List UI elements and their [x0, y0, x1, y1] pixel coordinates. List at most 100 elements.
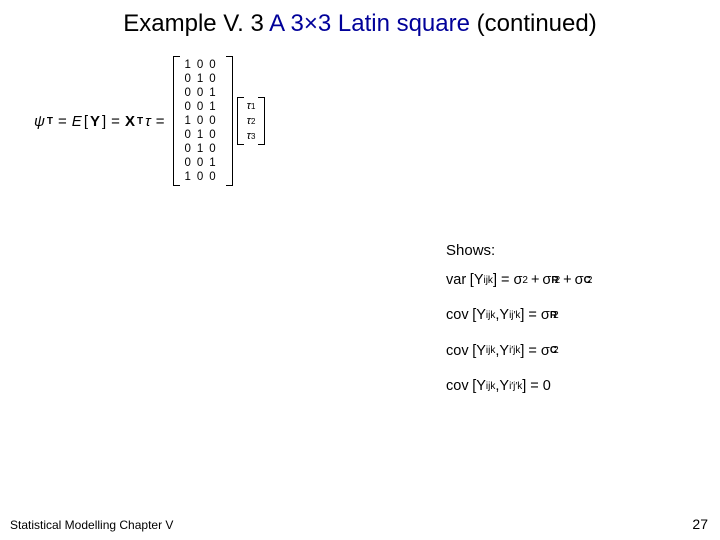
covR-arg: [Yijk,Yij′k]	[469, 307, 525, 324]
tau2-sub: 2	[251, 114, 255, 129]
tau-symbol: τ	[145, 113, 151, 130]
bracket-close-1: ]	[102, 113, 106, 130]
m12: 0	[209, 73, 221, 85]
expectation-equation: ψT = E [Y] = XTτ = 100 010 001 001 100 0…	[34, 56, 265, 186]
covC-fn: cov	[446, 343, 469, 360]
m60: 0	[184, 143, 196, 155]
equation-lhs: ψT = E [Y] = XTτ =	[34, 113, 167, 130]
covC-Y1: Y	[476, 343, 486, 360]
m00: 1	[184, 59, 196, 71]
covR-sub1: ijk	[486, 310, 495, 322]
covR-fn: cov	[446, 307, 469, 324]
footer-left: Statistical Modelling Chapter V	[10, 518, 173, 532]
formula-variance: var [Yijk] = σ2 + σR2 + σC2	[446, 272, 592, 289]
variance-covariance-formulas: var [Yijk] = σ2 + σR2 + σC2 cov [Yijk,Yi…	[446, 272, 592, 414]
equals-1: =	[58, 113, 67, 130]
m52: 0	[209, 129, 221, 141]
covC-sub1: ijk	[486, 345, 495, 357]
formula-cov-col: cov [Yijk,Yi′jk] = σC2	[446, 343, 592, 360]
covC-sq: 2	[553, 345, 559, 357]
sigma-1: σ	[513, 272, 522, 289]
sigmaC-sq: 2	[587, 275, 593, 287]
bracket-right-icon-2	[258, 97, 265, 145]
m32: 1	[209, 101, 221, 113]
slide: Example V. 3 A 3×3 Latin square (continu…	[0, 0, 720, 540]
cov0-arg: [Yijk,Yi′j′k]	[469, 378, 527, 395]
cov0-Y2: Y	[499, 378, 509, 395]
m50: 0	[184, 129, 196, 141]
covC-Y2: Y	[499, 343, 509, 360]
bracket-left-icon	[173, 56, 180, 186]
title-suffix: (continued)	[477, 10, 597, 37]
page-number: 27	[692, 516, 708, 532]
m41: 0	[197, 115, 209, 127]
covC-arg: [Yijk,Yi′jk]	[469, 343, 525, 360]
covC-sub2: i′jk	[509, 345, 520, 357]
var-Y: Y	[474, 272, 484, 289]
cov0-fn: cov	[446, 378, 469, 395]
covR-sub2: ij′k	[509, 310, 520, 322]
equals-3: =	[156, 113, 165, 130]
equals-2: =	[111, 113, 120, 130]
tau-vector: τ1 τ2 τ3	[237, 97, 266, 145]
m51: 1	[197, 129, 209, 141]
m11: 1	[197, 73, 209, 85]
covC-sigma: σ	[541, 343, 550, 360]
bracket-right-icon	[226, 56, 233, 186]
var-arg: [Yijk]	[466, 272, 497, 289]
covC-eq: =	[528, 343, 536, 360]
bracket-open-1: [	[84, 113, 88, 130]
design-matrix: 100 010 001 001 100 010 010 001 100	[173, 56, 232, 186]
title-highlight: A 3×3 Latin square	[269, 10, 470, 37]
X-subscript: T	[137, 116, 143, 127]
formula-cov-zero: cov [Yijk,Yi′j′k] = 0	[446, 378, 592, 395]
m01: 0	[197, 59, 209, 71]
cov0-sub2: i′j′k	[509, 381, 522, 393]
bracket-left-icon-2	[237, 97, 244, 145]
tau-vector-body: τ1 τ2 τ3	[244, 97, 259, 145]
m40: 1	[184, 115, 196, 127]
m62: 0	[209, 143, 221, 155]
cov0-eq: =	[530, 378, 538, 395]
tau1-sub: 1	[251, 99, 255, 114]
covR-sq: 2	[553, 310, 559, 322]
m82: 0	[209, 171, 221, 183]
covR-Y1: Y	[476, 307, 486, 324]
m22: 1	[209, 87, 221, 99]
cov0-Y1: Y	[476, 378, 486, 395]
m31: 0	[197, 101, 209, 113]
m72: 1	[209, 157, 221, 169]
psi-subscript: T	[47, 116, 53, 127]
Y-symbol: Y	[90, 113, 100, 130]
plus-2: +	[563, 272, 571, 289]
var-fn: var	[446, 272, 466, 289]
m61: 1	[197, 143, 209, 155]
X-symbol: X	[125, 113, 135, 130]
design-matrix-body: 100 010 001 001 100 010 010 001 100	[180, 56, 225, 186]
m70: 0	[184, 157, 196, 169]
m71: 0	[197, 157, 209, 169]
shows-label: Shows:	[446, 242, 495, 259]
var-eq: =	[501, 272, 509, 289]
covR-eq: =	[528, 307, 536, 324]
cov0-sub1: ijk	[486, 381, 495, 393]
sigmaR-sq: 2	[555, 275, 561, 287]
sigma1-sq: 2	[522, 275, 528, 287]
sigma-R: σ	[542, 272, 551, 289]
title-prefix: Example V. 3	[123, 10, 264, 37]
m80: 1	[184, 171, 196, 183]
cov0-zero: 0	[543, 378, 551, 395]
m42: 0	[209, 115, 221, 127]
m81: 0	[197, 171, 209, 183]
m30: 0	[184, 101, 196, 113]
tau3-sub: 3	[251, 129, 255, 144]
formula-cov-row: cov [Yijk,Yij′k] = σR2	[446, 307, 592, 324]
psi-symbol: ψ	[34, 113, 45, 130]
m21: 0	[197, 87, 209, 99]
plus-1: +	[531, 272, 539, 289]
covR-Y2: Y	[499, 307, 509, 324]
m02: 0	[209, 59, 221, 71]
var-sub: ijk	[483, 275, 492, 286]
expectation-E: E	[72, 113, 82, 130]
m10: 0	[184, 73, 196, 85]
